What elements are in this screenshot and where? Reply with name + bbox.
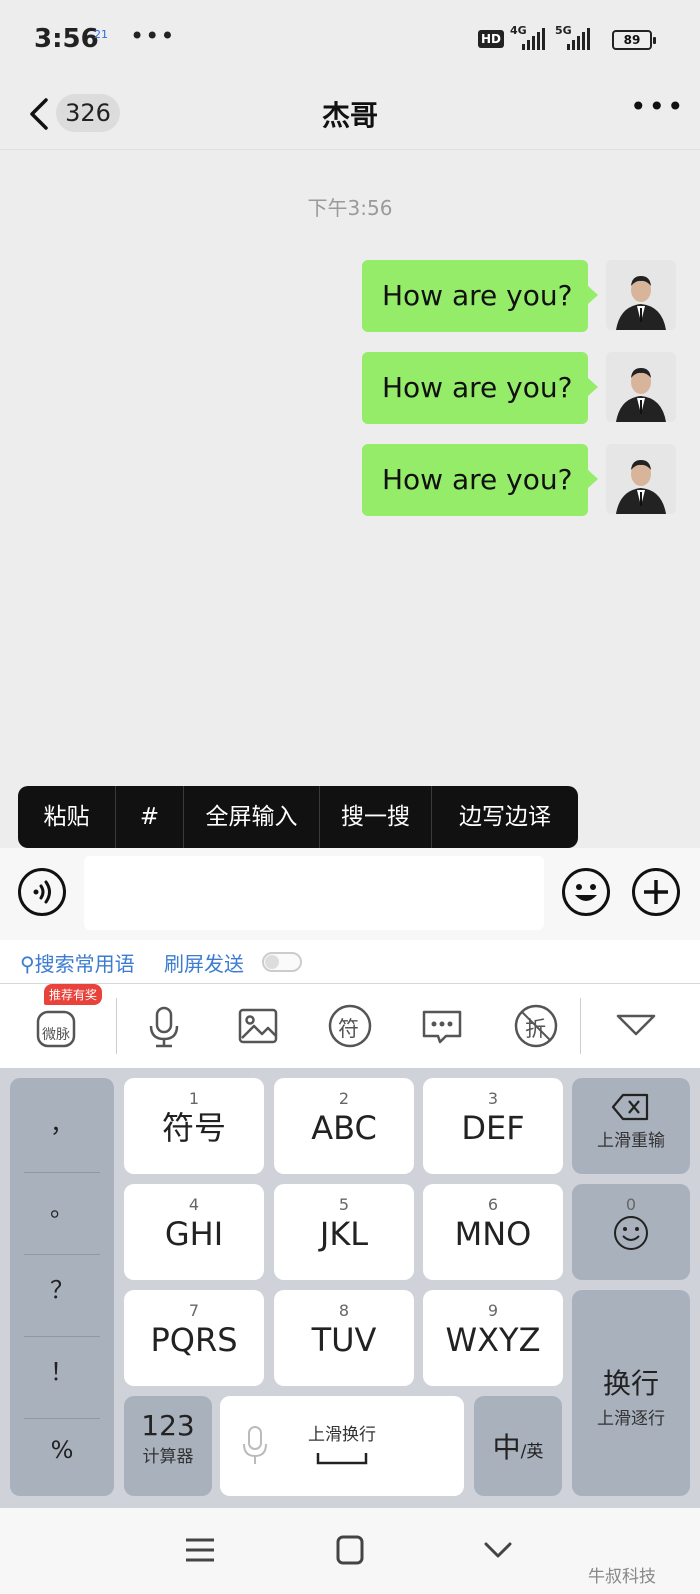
voice-input-button[interactable]: [18, 868, 66, 916]
microphone-icon: [243, 1426, 267, 1464]
discount-button[interactable]: 折: [512, 1002, 560, 1050]
status-bar: 3:56 21 ••• HD 4G 5G 89: [0, 0, 700, 80]
menu-item-hashtag[interactable]: #: [116, 786, 184, 848]
chat-header: 326 杰哥 •••: [0, 80, 700, 150]
promo-badge: 推荐有奖: [44, 984, 103, 1005]
more-functions-button[interactable]: [632, 868, 680, 916]
punct-key-period[interactable]: 。: [10, 1188, 114, 1223]
home-square-icon: [336, 1535, 364, 1565]
battery-icon: 89: [612, 30, 656, 50]
person-icon: [606, 352, 676, 422]
symbols-button[interactable]: 符: [326, 1002, 374, 1050]
back-nav-button[interactable]: [478, 1530, 518, 1570]
toolbar-divider: [116, 998, 117, 1054]
punct-key-question[interactable]: ？: [10, 1270, 114, 1305]
weimai-button[interactable]: 微脉: [36, 1006, 86, 1054]
menu-button[interactable]: [180, 1530, 220, 1570]
punct-key-exclamation[interactable]: ！: [10, 1352, 114, 1387]
key-5-jkl[interactable]: 5 JKL: [274, 1184, 414, 1280]
t9-keyboard: ， 。 ？ ！ % 1 符号 2 ABC 3 DEF 上滑重输 4 GHI 5 …: [0, 1068, 700, 1508]
emoji-key[interactable]: 0: [572, 1184, 690, 1280]
avatar[interactable]: [606, 260, 676, 330]
emoji-button[interactable]: [562, 868, 610, 916]
microphone-icon: [149, 1006, 179, 1048]
home-button[interactable]: [330, 1530, 370, 1570]
punct-key-percent[interactable]: %: [10, 1436, 114, 1464]
more-options-button[interactable]: •••: [630, 90, 686, 123]
menu-item-paste[interactable]: 粘贴: [18, 786, 116, 848]
input-bar: [0, 848, 700, 940]
image-icon: [238, 1008, 278, 1044]
backspace-key[interactable]: 上滑重输: [572, 1078, 690, 1174]
chat-title: 杰哥: [321, 99, 378, 132]
status-overflow-icon: •••: [130, 22, 176, 50]
status-time: 3:56: [34, 24, 99, 54]
key-1-symbols[interactable]: 1 符号: [124, 1078, 264, 1174]
punctuation-column: ， 。 ？ ！ %: [10, 1078, 114, 1496]
message-bubble[interactable]: How are you?: [362, 352, 598, 424]
message-input[interactable]: [84, 856, 544, 930]
signal-4g-icon: 4G: [510, 24, 558, 52]
collapse-keyboard-button[interactable]: [612, 1002, 660, 1050]
plus-icon: [644, 880, 668, 904]
backspace-icon: [611, 1093, 649, 1121]
key-2-abc[interactable]: 2 ABC: [274, 1078, 414, 1174]
message-bubble[interactable]: How are you?: [362, 260, 598, 332]
language-switch-key[interactable]: 中/英: [474, 1396, 562, 1496]
swipe-send-label: 刷屏发送: [164, 952, 244, 976]
menu-item-search[interactable]: 搜一搜: [320, 786, 432, 848]
key-9-wxyz[interactable]: 9 WXYZ: [423, 1290, 563, 1386]
menu-item-fullscreen-input[interactable]: 全屏输入: [184, 786, 320, 848]
voice-typing-button[interactable]: [140, 1002, 188, 1050]
toolbar-divider: [580, 998, 581, 1054]
smiley-icon: [614, 1216, 648, 1250]
calculator-key[interactable]: 123 计算器: [124, 1396, 212, 1496]
search-phrases-link[interactable]: ⚲搜索常用语: [20, 948, 135, 977]
voice-icon: [33, 880, 51, 904]
menu-icon: [186, 1538, 214, 1562]
triangle-down-icon: [616, 1014, 656, 1036]
menu-item-write-translate[interactable]: 边写边译: [432, 786, 578, 848]
person-icon: [606, 260, 676, 330]
notification-badge: 21: [94, 28, 108, 41]
key-4-ghi[interactable]: 4 GHI: [124, 1184, 264, 1280]
key-3-def[interactable]: 3 DEF: [423, 1078, 563, 1174]
watermark: 牛叔科技: [588, 1567, 656, 1587]
message-bubble[interactable]: How are you?: [362, 444, 598, 516]
context-menu: 粘贴 # 全屏输入 搜一搜 边写边译: [18, 786, 578, 858]
key-6-mno[interactable]: 6 MNO: [423, 1184, 563, 1280]
image-button[interactable]: [234, 1002, 282, 1050]
person-icon: [606, 444, 676, 514]
key-7-pqrs[interactable]: 7 PQRS: [124, 1290, 264, 1386]
keyboard-toolbar: 微脉 推荐有奖 符 折: [0, 984, 700, 1068]
punct-key-comma[interactable]: ，: [10, 1104, 114, 1139]
search-icon: ⚲: [20, 952, 35, 976]
quick-reply-button[interactable]: [418, 1002, 466, 1050]
chevron-down-icon: [484, 1542, 512, 1558]
hd-voice-icon: HD: [478, 30, 505, 48]
avatar[interactable]: [606, 352, 676, 422]
swipe-send-toggle[interactable]: [262, 952, 302, 972]
avatar[interactable]: [606, 444, 676, 514]
signal-5g-icon: 5G: [555, 24, 603, 52]
key-8-tuv[interactable]: 8 TUV: [274, 1290, 414, 1386]
emoji-icon: [575, 884, 597, 901]
space-key[interactable]: 上滑换行: [220, 1396, 464, 1496]
chat-bubble-icon: [422, 1010, 462, 1044]
message-timestamp: 下午3:56: [307, 196, 393, 220]
enter-key[interactable]: 换行 上滑逐行: [572, 1290, 690, 1496]
suggestion-bar: ⚲搜索常用语 刷屏发送: [0, 940, 700, 984]
space-bar-icon: [316, 1453, 368, 1465]
